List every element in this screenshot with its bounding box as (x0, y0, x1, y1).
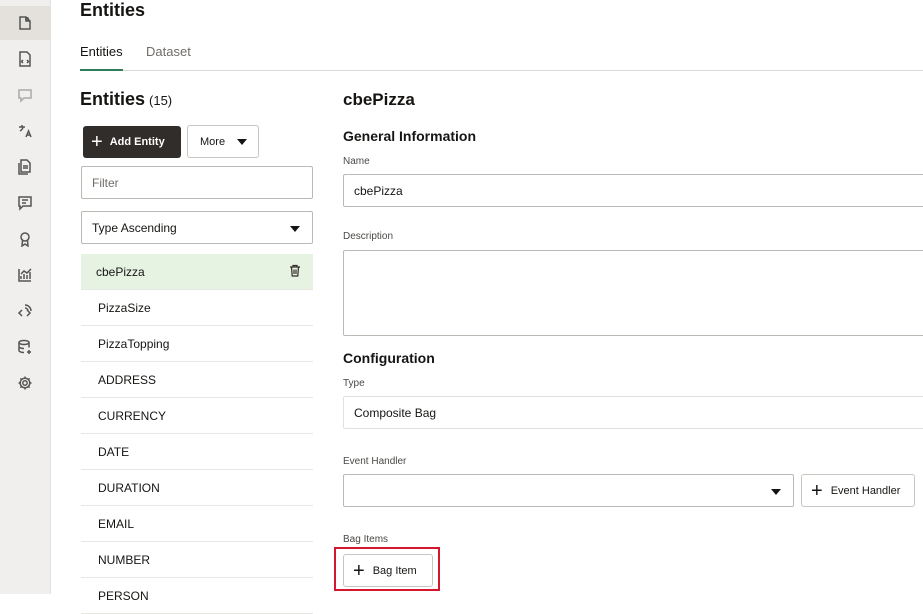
event-handler-select[interactable] (343, 474, 794, 507)
filter-input[interactable]: Filter (81, 166, 313, 199)
name-label: Name (343, 156, 370, 167)
channels-icon[interactable] (0, 294, 50, 328)
plus-icon: + (811, 479, 823, 502)
tab-entities-label: Entities (80, 44, 123, 59)
document-icon[interactable] (0, 150, 50, 184)
entity-name: PERSON (98, 588, 149, 603)
plus-icon: + (91, 131, 103, 153)
add-entity-label: Add Entity (109, 136, 165, 148)
entity-name: DATE (98, 444, 130, 459)
configuration-heading: Configuration (343, 350, 435, 366)
tab-entities[interactable]: Entities (80, 44, 123, 71)
entity-list: cbePizza PizzaSize PizzaTopping ADDRESS … (81, 254, 313, 614)
chevron-down-icon (237, 138, 248, 145)
entity-detail-title: cbePizza (343, 90, 415, 109)
filter-placeholder: Filter (92, 175, 119, 190)
list-item[interactable]: DURATION (81, 470, 313, 506)
type-value: Composite Bag (354, 405, 437, 420)
badge-icon[interactable] (0, 222, 50, 256)
bag-items-label: Bag Items (343, 534, 389, 545)
trash-icon[interactable] (289, 264, 301, 277)
list-item[interactable]: cbePizza (81, 254, 313, 290)
list-item[interactable]: ADDRESS (81, 362, 313, 398)
chevron-down-icon (771, 489, 781, 495)
entity-name: CURRENCY (98, 408, 167, 423)
type-field: Composite Bag (343, 396, 923, 429)
list-item[interactable]: NUMBER (81, 542, 313, 578)
entity-name: cbePizza (96, 264, 145, 279)
entity-name: NUMBER (98, 552, 151, 567)
list-item[interactable]: PizzaTopping (81, 326, 313, 362)
name-value: cbePizza (354, 183, 403, 198)
tab-dataset[interactable]: Dataset (146, 44, 191, 71)
list-item[interactable]: PizzaSize (81, 290, 313, 326)
sort-select[interactable]: Type Ascending (81, 211, 313, 244)
tab-bar: Entities Dataset (80, 44, 923, 71)
conversation-icon[interactable] (0, 186, 50, 220)
sort-value: Type Ascending (92, 220, 177, 235)
entity-name: EMAIL (98, 516, 135, 531)
page-title: Entities (80, 0, 146, 20)
list-item[interactable]: EMAIL (81, 506, 313, 542)
intents-icon[interactable] (0, 42, 50, 76)
navigation-rail (0, 0, 51, 594)
more-menu-button[interactable]: More (187, 125, 259, 158)
entity-name: ADDRESS (98, 372, 157, 387)
event-handler-button-label: Event Handler (830, 484, 901, 497)
name-field[interactable]: cbePizza (343, 174, 923, 207)
translate-icon[interactable] (0, 114, 50, 148)
highlight-box (334, 547, 440, 591)
list-item[interactable]: CURRENCY (81, 398, 313, 434)
entity-count: (15) (149, 93, 173, 108)
entity-list-title: Entities (15) (80, 89, 172, 110)
event-handler-label: Event Handler (343, 456, 407, 467)
list-item[interactable]: DATE (81, 434, 313, 470)
entity-name: PizzaSize (98, 300, 151, 315)
description-label: Description (343, 231, 394, 242)
more-label: More (200, 135, 226, 148)
tab-dataset-label: Dataset (146, 44, 191, 59)
settings-icon[interactable] (0, 366, 50, 400)
description-field[interactable] (343, 250, 923, 336)
chat-icon[interactable] (0, 78, 50, 112)
add-event-handler-button[interactable]: + Event Handler (801, 474, 915, 507)
list-item[interactable]: PERSON (81, 578, 313, 614)
entity-name: DURATION (98, 480, 160, 495)
entity-list-heading: Entities (80, 89, 146, 109)
chevron-down-icon (290, 226, 300, 232)
data-icon[interactable] (0, 330, 50, 364)
insights-icon[interactable] (0, 258, 50, 292)
type-label: Type (343, 378, 365, 389)
add-entity-button[interactable]: + Add Entity (83, 126, 181, 158)
entity-name: PizzaTopping (98, 336, 170, 351)
entities-icon[interactable] (0, 6, 50, 40)
general-information-heading: General Information (343, 128, 477, 144)
